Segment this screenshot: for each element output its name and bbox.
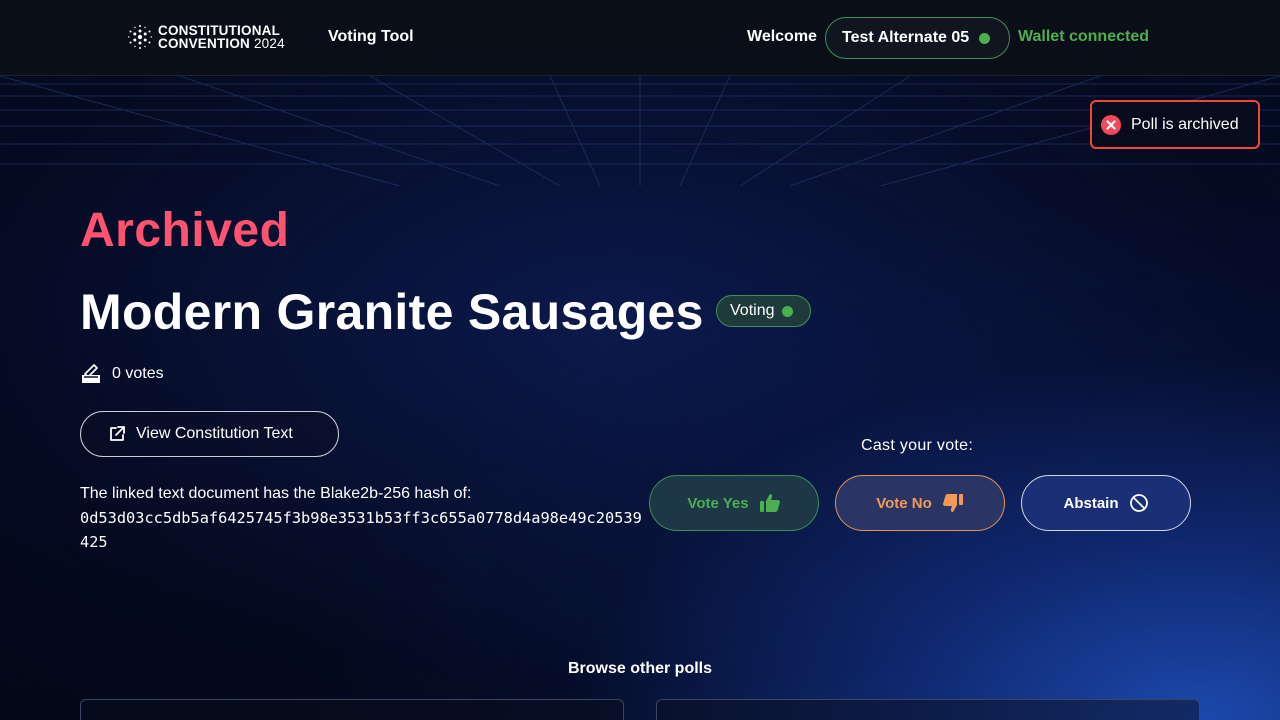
x-circle-icon <box>1101 114 1121 135</box>
error-toast[interactable]: Poll is archived <box>1090 100 1260 149</box>
browse-polls-heading: Browse other polls <box>567 660 713 677</box>
cast-vote-label: Cast your vote: <box>861 437 974 454</box>
vote-yes-label: Vote Yes <box>687 494 749 512</box>
cardano-dots-icon <box>128 25 152 49</box>
abstain-button[interactable]: Abstain <box>1021 475 1191 531</box>
ban-icon <box>1129 494 1148 512</box>
hash-value: 0d53d03cc5db5af6425745f3b98e3531b53ff3c6… <box>80 509 642 551</box>
archived-heading: Archived <box>80 204 290 257</box>
background-grid <box>0 76 1280 186</box>
ballot-box-icon <box>82 364 100 383</box>
vote-no-button[interactable]: Vote No <box>835 475 1005 531</box>
poll-card[interactable] <box>656 699 1200 720</box>
user-account-button[interactable]: Test Alternate 05 <box>825 17 1010 59</box>
logo-wordmark: CONSTITUTIONAL CONVENTION 2024 <box>158 24 285 51</box>
site-logo[interactable]: CONSTITUTIONAL CONVENTION 2024 <box>128 24 285 50</box>
vote-count: 0 votes <box>80 363 164 385</box>
vote-yes-button[interactable]: Vote Yes <box>649 475 819 531</box>
welcome-label: Welcome <box>747 28 817 45</box>
hash-intro: The linked text document has the Blake2b… <box>80 485 472 502</box>
status-badge-label: Voting <box>730 302 775 319</box>
page-title: Modern Granite Sausages <box>80 284 704 340</box>
logo-line-2: CONVENTION 2024 <box>158 36 285 51</box>
user-name: Test Alternate 05 <box>842 29 970 46</box>
abstain-label: Abstain <box>1063 494 1119 512</box>
green-dot-icon <box>979 32 991 44</box>
green-dot-icon <box>782 305 794 317</box>
logo-convention: CONVENTION <box>158 36 251 51</box>
toast-message: Poll is archived <box>1131 115 1239 133</box>
view-constitution-button[interactable]: View Constitution Text <box>80 411 339 457</box>
wallet-status: Wallet connected <box>1018 28 1149 45</box>
logo-year: 2024 <box>253 36 285 51</box>
vote-no-label: Vote No <box>876 494 932 512</box>
external-link-icon <box>110 426 125 441</box>
status-badge: Voting <box>716 295 811 327</box>
vote-count-text: 0 votes <box>112 365 164 382</box>
hash-info: The linked text document has the Blake2b… <box>80 482 645 554</box>
top-navbar: CONSTITUTIONAL CONVENTION 2024 Voting To… <box>0 0 1280 76</box>
view-constitution-label: View Constitution Text <box>136 425 293 442</box>
poll-card[interactable] <box>80 699 624 720</box>
app-title-link[interactable]: Voting Tool <box>328 28 414 46</box>
thumbs-down-icon <box>942 494 963 512</box>
thumbs-up-icon <box>759 494 780 512</box>
